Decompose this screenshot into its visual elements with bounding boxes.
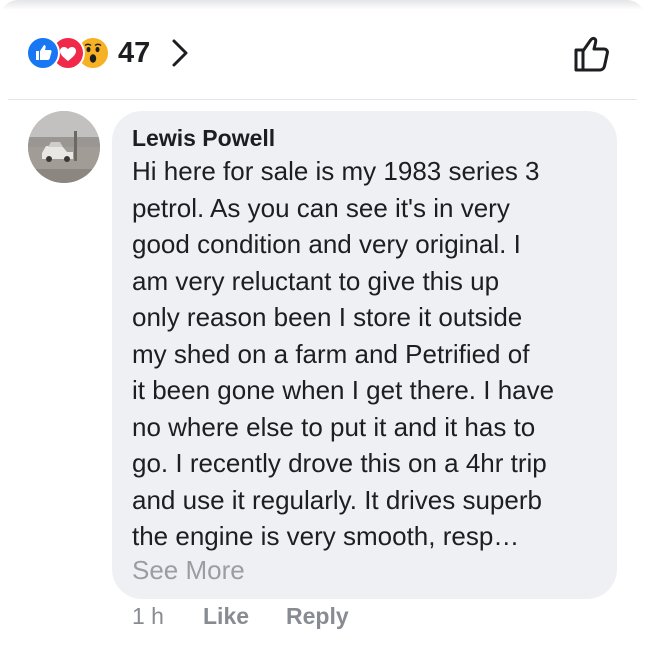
reply-button[interactable]: Reply <box>286 603 349 630</box>
comment-text: Hi here for sale is my 1983 series 3 pet… <box>132 156 555 551</box>
divider <box>8 99 637 100</box>
reactions-summary[interactable]: 47 <box>26 34 190 72</box>
see-more-link[interactable]: See More <box>132 555 245 586</box>
avatar[interactable] <box>28 111 100 183</box>
comment-timestamp: 1 h <box>132 603 164 629</box>
thumbs-up-outline-icon[interactable] <box>570 32 614 76</box>
comment-bubble: Lewis Powell Hi here for sale is my 1983… <box>112 111 617 599</box>
chevron-right-icon <box>172 39 188 67</box>
like-icon <box>26 36 60 70</box>
comment-author[interactable]: Lewis Powell <box>132 125 275 152</box>
top-edge-shadow <box>0 0 645 10</box>
comment-screen: 47 Lewis Powell Hi here for sale is my 1… <box>0 0 645 650</box>
reaction-count: 47 <box>118 36 151 69</box>
like-button[interactable]: Like <box>203 603 249 630</box>
